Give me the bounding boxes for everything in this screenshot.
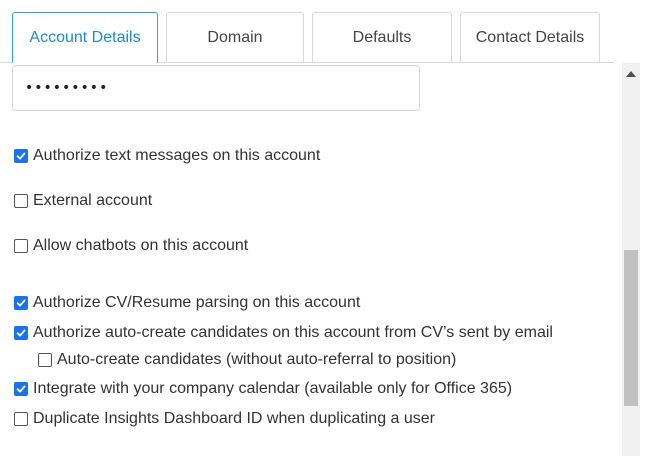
tab-defaults[interactable]: Defaults (312, 12, 452, 62)
option-label: Integrate with your company calendar (av… (33, 380, 513, 397)
option-label: Authorize CV/Resume parsing on this acco… (33, 294, 361, 311)
option-authorize-auto-create: Authorize auto-create candidates on this… (14, 322, 553, 344)
option-label: Authorize text messages on this account (33, 147, 321, 164)
checkbox-authorize-cv-parsing[interactable] (14, 296, 28, 310)
option-label: Allow chatbots on this account (33, 237, 249, 254)
option-authorize-text-messages: Authorize text messages on this account (14, 145, 320, 167)
password-field[interactable] (12, 65, 420, 111)
option-external-account: External account (14, 190, 152, 212)
checkbox-auto-create-candidates[interactable] (38, 353, 52, 367)
check-icon (16, 299, 26, 307)
account-details-content: Authorize text messages on this account … (0, 63, 620, 456)
checkbox-authorize-text-messages[interactable] (14, 149, 28, 163)
account-settings-panel: Account Details Domain Defaults Contact … (0, 0, 646, 456)
tab-contact-details[interactable]: Contact Details (460, 12, 600, 62)
option-authorize-cv-parsing: Authorize CV/Resume parsing on this acco… (14, 292, 360, 314)
tab-account-details[interactable]: Account Details (12, 12, 158, 63)
scrollbar-thumb[interactable] (624, 250, 638, 406)
checkbox-authorize-auto-create[interactable] (14, 326, 28, 340)
option-label: External account (33, 192, 153, 209)
option-label: Auto-create candidates (without auto-ref… (57, 351, 457, 368)
triangle-up-icon[interactable] (626, 71, 636, 77)
tab-domain[interactable]: Domain (166, 12, 304, 62)
option-allow-chatbots: Allow chatbots on this account (14, 235, 248, 257)
vertical-scrollbar[interactable] (622, 63, 640, 456)
tab-bar: Account Details Domain Defaults Contact … (0, 0, 646, 63)
option-integrate-calendar: Integrate with your company calendar (av… (14, 378, 512, 400)
checkbox-integrate-calendar[interactable] (14, 382, 28, 396)
option-label: Authorize auto-create candidates on this… (33, 324, 553, 341)
checkbox-external-account[interactable] (14, 194, 28, 208)
check-icon (16, 329, 26, 337)
option-duplicate-insights-id: Duplicate Insights Dashboard ID when dup… (14, 408, 435, 430)
checkbox-duplicate-insights-id[interactable] (14, 412, 28, 426)
option-label: Duplicate Insights Dashboard ID when dup… (33, 410, 436, 427)
option-auto-create-candidates: Auto-create candidates (without auto-ref… (38, 349, 456, 371)
checkbox-allow-chatbots[interactable] (14, 239, 28, 253)
check-icon (16, 385, 26, 393)
check-icon (16, 152, 26, 160)
